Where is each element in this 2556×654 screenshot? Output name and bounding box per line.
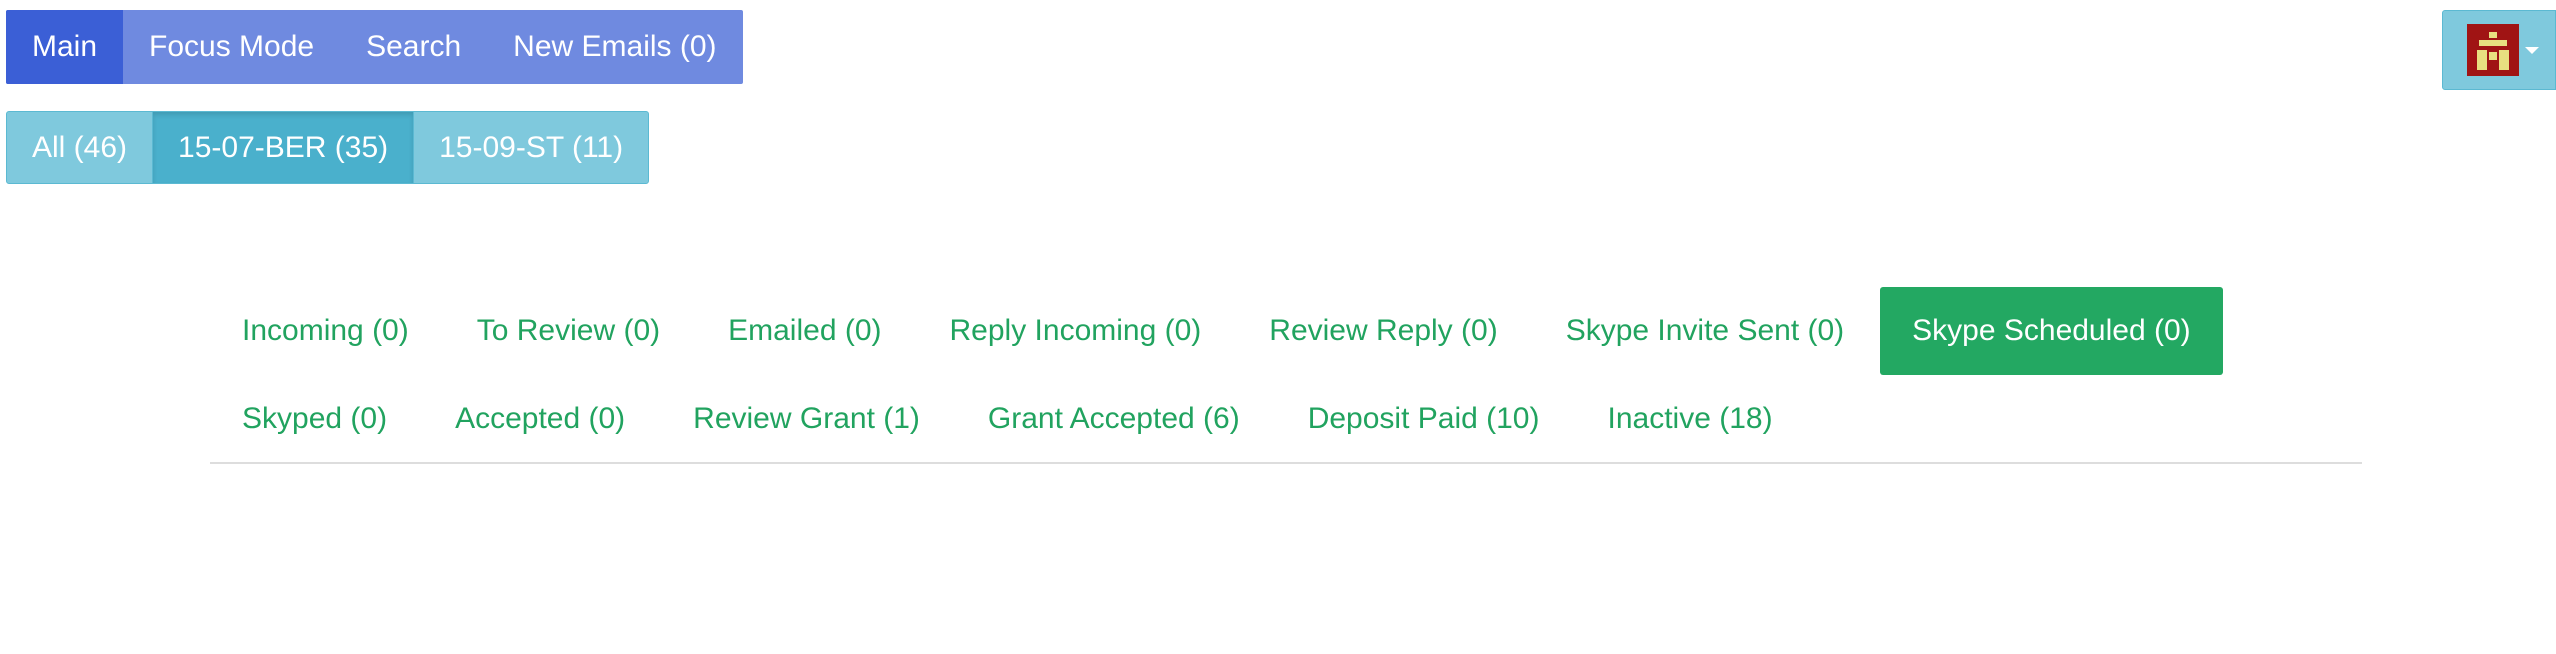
nav-focus-mode[interactable]: Focus Mode xyxy=(123,10,340,84)
tab-incoming[interactable]: Incoming (0) xyxy=(210,287,441,375)
tab-emailed[interactable]: Emailed (0) xyxy=(696,287,913,375)
tab-skype-invite-sent[interactable]: Skype Invite Sent (0) xyxy=(1534,287,1876,375)
tab-grant-accepted[interactable]: Grant Accepted (6) xyxy=(956,375,1272,463)
tab-to-review[interactable]: To Review (0) xyxy=(445,287,692,375)
status-tabs-row-1: Incoming (0) To Review (0) Emailed (0) R… xyxy=(210,287,2362,375)
tab-review-grant[interactable]: Review Grant (1) xyxy=(661,375,952,463)
project-filter-group: All (46) 15-07-BER (35) 15-09-ST (11) xyxy=(6,111,650,184)
project-15-09-st-button[interactable]: 15-09-ST (11) xyxy=(414,112,648,183)
project-all-button[interactable]: All (46) xyxy=(7,112,154,183)
building-avatar-icon xyxy=(2467,24,2519,76)
tab-skyped[interactable]: Skyped (0) xyxy=(210,375,419,463)
tab-accepted[interactable]: Accepted (0) xyxy=(423,375,657,463)
project-15-07-ber-button[interactable]: 15-07-BER (35) xyxy=(153,112,415,183)
tab-inactive[interactable]: Inactive (18) xyxy=(1576,375,1805,463)
status-tabs-row-2: Skyped (0) Accepted (0) Review Grant (1)… xyxy=(210,375,2362,463)
nav-new-emails[interactable]: New Emails (0) xyxy=(487,10,742,84)
tab-review-reply[interactable]: Review Reply (0) xyxy=(1237,287,1529,375)
tab-skype-scheduled[interactable]: Skype Scheduled (0) xyxy=(1880,287,2223,375)
nav-main[interactable]: Main xyxy=(6,10,124,84)
caret-down-icon xyxy=(2525,46,2539,54)
nav-search[interactable]: Search xyxy=(340,10,487,84)
main-navbar: Main Focus Mode Search New Emails (0) xyxy=(6,10,743,84)
user-menu-dropdown[interactable] xyxy=(2442,10,2556,90)
tab-reply-incoming[interactable]: Reply Incoming (0) xyxy=(918,287,1234,375)
status-tabs: Incoming (0) To Review (0) Emailed (0) R… xyxy=(210,287,2362,464)
tab-deposit-paid[interactable]: Deposit Paid (10) xyxy=(1276,375,1572,463)
